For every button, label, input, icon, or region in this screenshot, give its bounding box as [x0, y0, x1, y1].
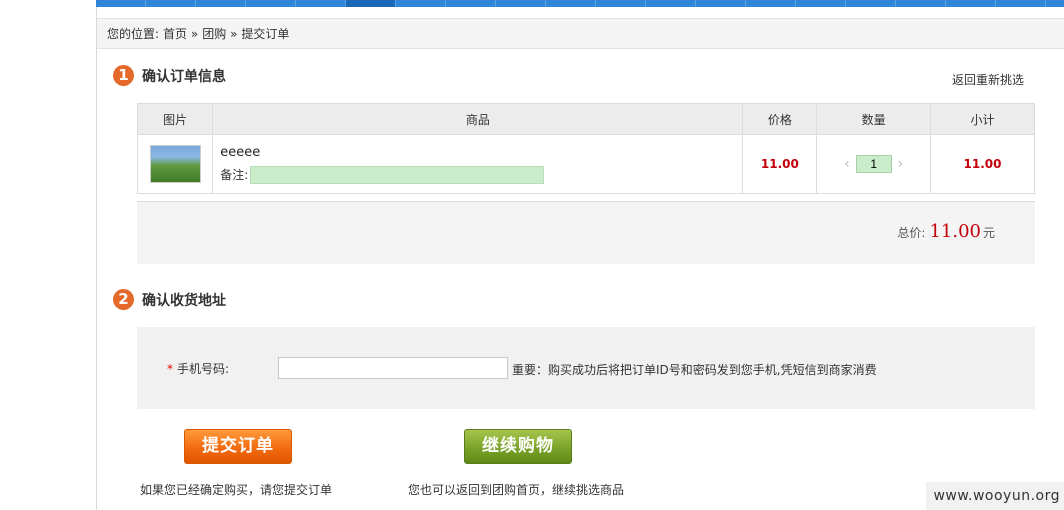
product-image-cell	[136, 134, 214, 194]
section-title: 确认订单信息	[142, 68, 226, 85]
step-number-icon: 1	[113, 65, 134, 86]
submit-order-button[interactable]: 提交订单	[184, 429, 292, 464]
price-value: 11.00	[742, 134, 818, 194]
section-header-order: 1 确认订单信息	[113, 65, 226, 86]
reselect-link[interactable]: 返回重新挑选	[952, 71, 1024, 88]
address-form-box: * 手机号码: 重要：购买成功后将把订单ID号和密码发到您手机,凭短信到商家消费	[137, 327, 1035, 409]
step-number-icon: 2	[113, 289, 134, 310]
column-header-subtotal: 小计	[930, 103, 1035, 135]
breadcrumb-groupbuy-link[interactable]: 团购	[202, 27, 226, 41]
breadcrumb-current: 提交订单	[241, 27, 290, 41]
required-mark: *	[167, 362, 173, 376]
product-info-cell: eeeee 备注:	[212, 134, 744, 194]
chevron-right-icon[interactable]: ›	[892, 156, 910, 172]
table-header-row: 图片 商品 价格 数量 小计	[136, 103, 1035, 135]
submit-hint-text: 如果您已经确定购买，请您提交订单	[140, 483, 333, 497]
remark-row: 备注:	[220, 165, 741, 184]
continue-shopping-button[interactable]: 继续购物	[464, 429, 572, 464]
content-left-border	[96, 7, 97, 510]
phone-label-text: 手机号码:	[177, 362, 230, 376]
breadcrumb: 您的位置: 首页 » 团购 » 提交订单	[97, 18, 1064, 49]
continue-hint-text: 您也可以返回到团购首页，继续挑选商品	[408, 483, 625, 497]
nav-tab[interactable]	[546, 0, 596, 7]
total-amount: 11.00	[929, 221, 981, 242]
nav-tab-active[interactable]	[346, 0, 396, 7]
nav-tab[interactable]	[296, 0, 346, 7]
order-table: 图片 商品 价格 数量 小计 eeeee 备注: 11.00 ‹ 1 › 11.…	[136, 103, 1035, 194]
nav-tab[interactable]	[646, 0, 696, 7]
total-summary-box: 总价: 11.00 元	[137, 201, 1035, 264]
chevron-left-icon[interactable]: ‹	[838, 156, 856, 172]
product-name: eeeee	[220, 144, 261, 160]
nav-tab[interactable]	[446, 0, 496, 7]
subtotal-value: 11.00	[930, 134, 1035, 194]
breadcrumb-home-link[interactable]: 首页	[163, 27, 187, 41]
nav-tab[interactable]	[846, 0, 896, 7]
nav-tab[interactable]	[996, 0, 1046, 7]
nav-tab[interactable]	[746, 0, 796, 7]
nav-tab[interactable]	[946, 0, 996, 7]
quantity-stepper: ‹ ›	[818, 155, 929, 173]
section-title: 确认收货地址	[142, 292, 226, 309]
top-nav-bar	[96, 0, 1064, 7]
total-price: 总价: 11.00 元	[897, 221, 995, 242]
nav-tab[interactable]	[896, 0, 946, 7]
column-header-product: 商品	[212, 103, 744, 135]
remark-input[interactable]	[250, 165, 545, 184]
table-row: eeeee 备注: 11.00 ‹ › 11.00	[136, 134, 1035, 194]
nav-tab[interactable]	[596, 0, 646, 7]
nav-tab[interactable]	[496, 0, 546, 7]
column-header-price: 价格	[742, 103, 818, 135]
section-header-address: 2 确认收货地址	[113, 289, 226, 310]
nav-tab[interactable]	[246, 0, 296, 7]
phone-field-label: * 手机号码:	[167, 360, 229, 377]
nav-tab[interactable]	[146, 0, 196, 7]
remark-label: 备注:	[220, 168, 249, 182]
quantity-cell: ‹ ›	[816, 134, 932, 194]
quantity-input[interactable]	[855, 155, 892, 173]
nav-tab[interactable]	[396, 0, 446, 7]
column-header-image: 图片	[136, 103, 214, 135]
nav-tab[interactable]	[196, 0, 246, 7]
nav-tab[interactable]	[696, 0, 746, 7]
breadcrumb-separator: »	[190, 27, 199, 41]
breadcrumb-separator: »	[230, 27, 238, 41]
breadcrumb-prefix: 您的位置:	[107, 27, 160, 41]
phone-number-input[interactable]	[278, 357, 508, 379]
total-unit: 元	[982, 226, 995, 240]
phone-note: 重要：购买成功后将把订单ID号和密码发到您手机,凭短信到商家消费	[512, 363, 877, 377]
column-header-quantity: 数量	[816, 103, 932, 135]
product-thumbnail-image[interactable]	[149, 145, 201, 183]
nav-tab[interactable]	[796, 0, 846, 7]
watermark: www.wooyun.org	[926, 482, 1064, 510]
total-label: 总价:	[897, 226, 926, 240]
nav-tab[interactable]	[96, 0, 146, 7]
